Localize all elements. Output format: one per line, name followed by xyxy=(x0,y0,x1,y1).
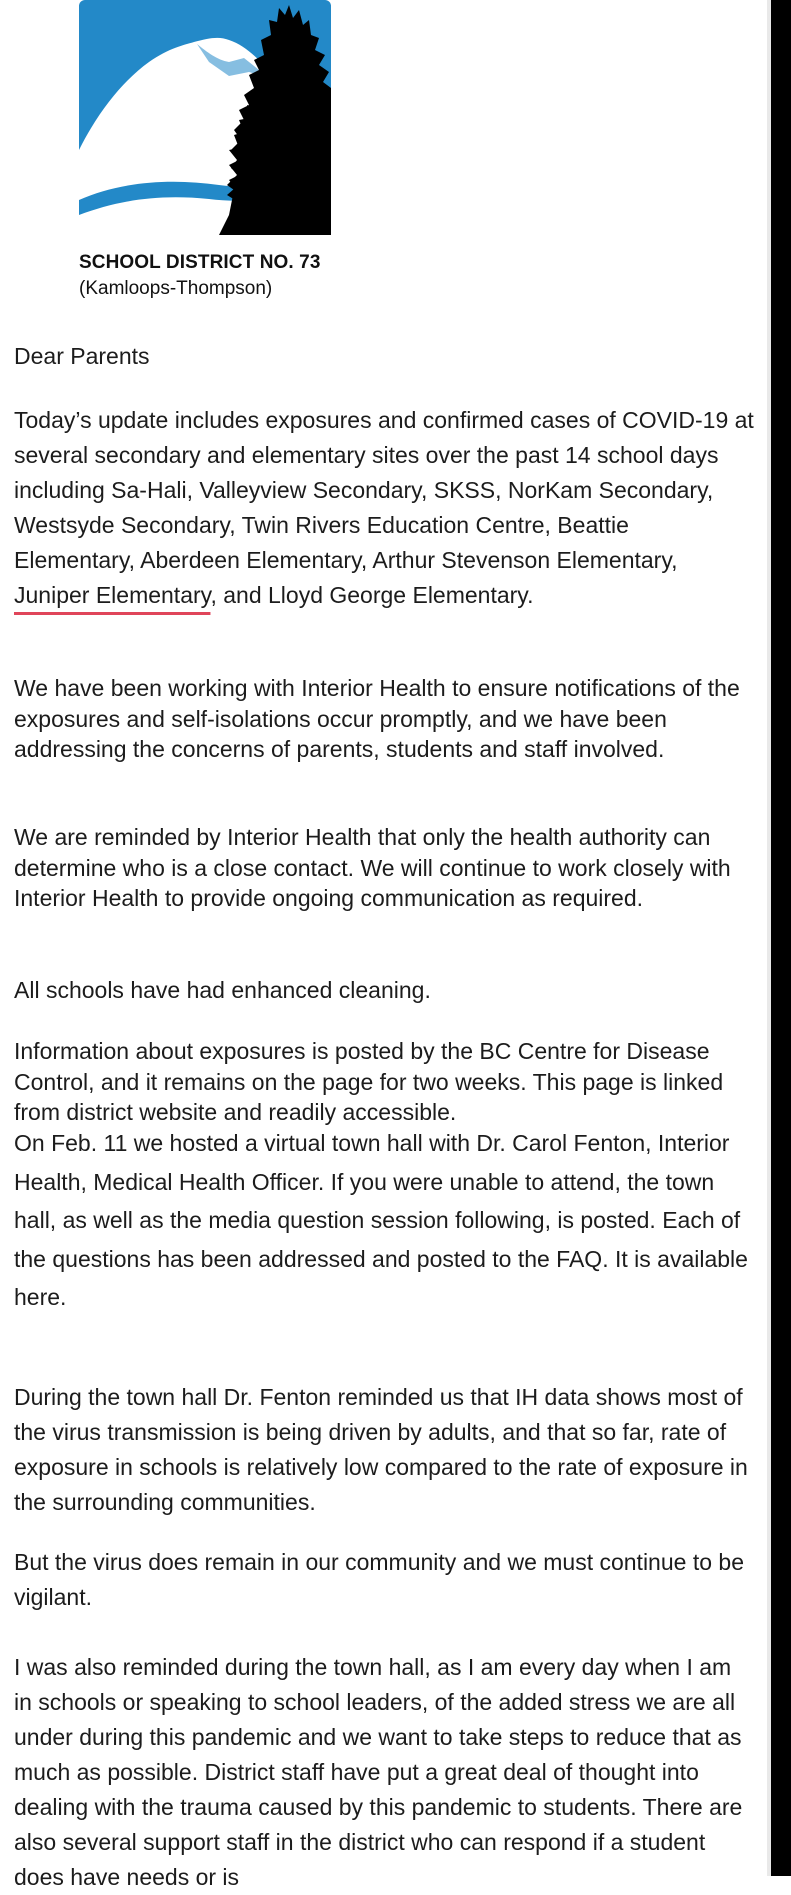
letter-page: SCHOOL DISTRICT NO. 73 (Kamloops-Thompso… xyxy=(0,0,767,1890)
paragraph-exposures-text: Today’s update includes exposures and co… xyxy=(14,407,754,573)
org-subtitle: (Kamloops-Thompson) xyxy=(79,278,273,299)
paragraph-cleaning: All schools have had enhanced cleaning. xyxy=(14,977,431,1003)
greeting: Dear Parents xyxy=(14,343,150,369)
mountain-trees-logo-icon xyxy=(79,0,331,235)
paragraph-bccdc: Information about exposures is posted by… xyxy=(14,1038,724,1125)
paragraph-stress: I was also reminded during the town hall… xyxy=(14,1654,743,1890)
juniper-elementary-highlight: Juniper Elementary xyxy=(14,582,211,608)
paragraph-exposures: Today’s update includes exposures and co… xyxy=(14,403,754,613)
paragraph-interior-health: We have been working with Interior Healt… xyxy=(14,675,740,762)
screen-edge-bar xyxy=(771,0,791,1876)
paragraph-exposures-end: , and Lloyd George Elementary. xyxy=(210,582,534,608)
paragraph-vigilant: But the virus does remain in our communi… xyxy=(14,1549,744,1610)
paragraph-town-hall: On Feb. 11 we hosted a virtual town hall… xyxy=(14,1130,748,1310)
org-name: SCHOOL DISTRICT NO. 73 xyxy=(79,252,321,273)
paragraph-close-contact: We are reminded by Interior Health that … xyxy=(14,824,731,911)
paragraph-transmission: During the town hall Dr. Fenton reminded… xyxy=(14,1384,748,1515)
